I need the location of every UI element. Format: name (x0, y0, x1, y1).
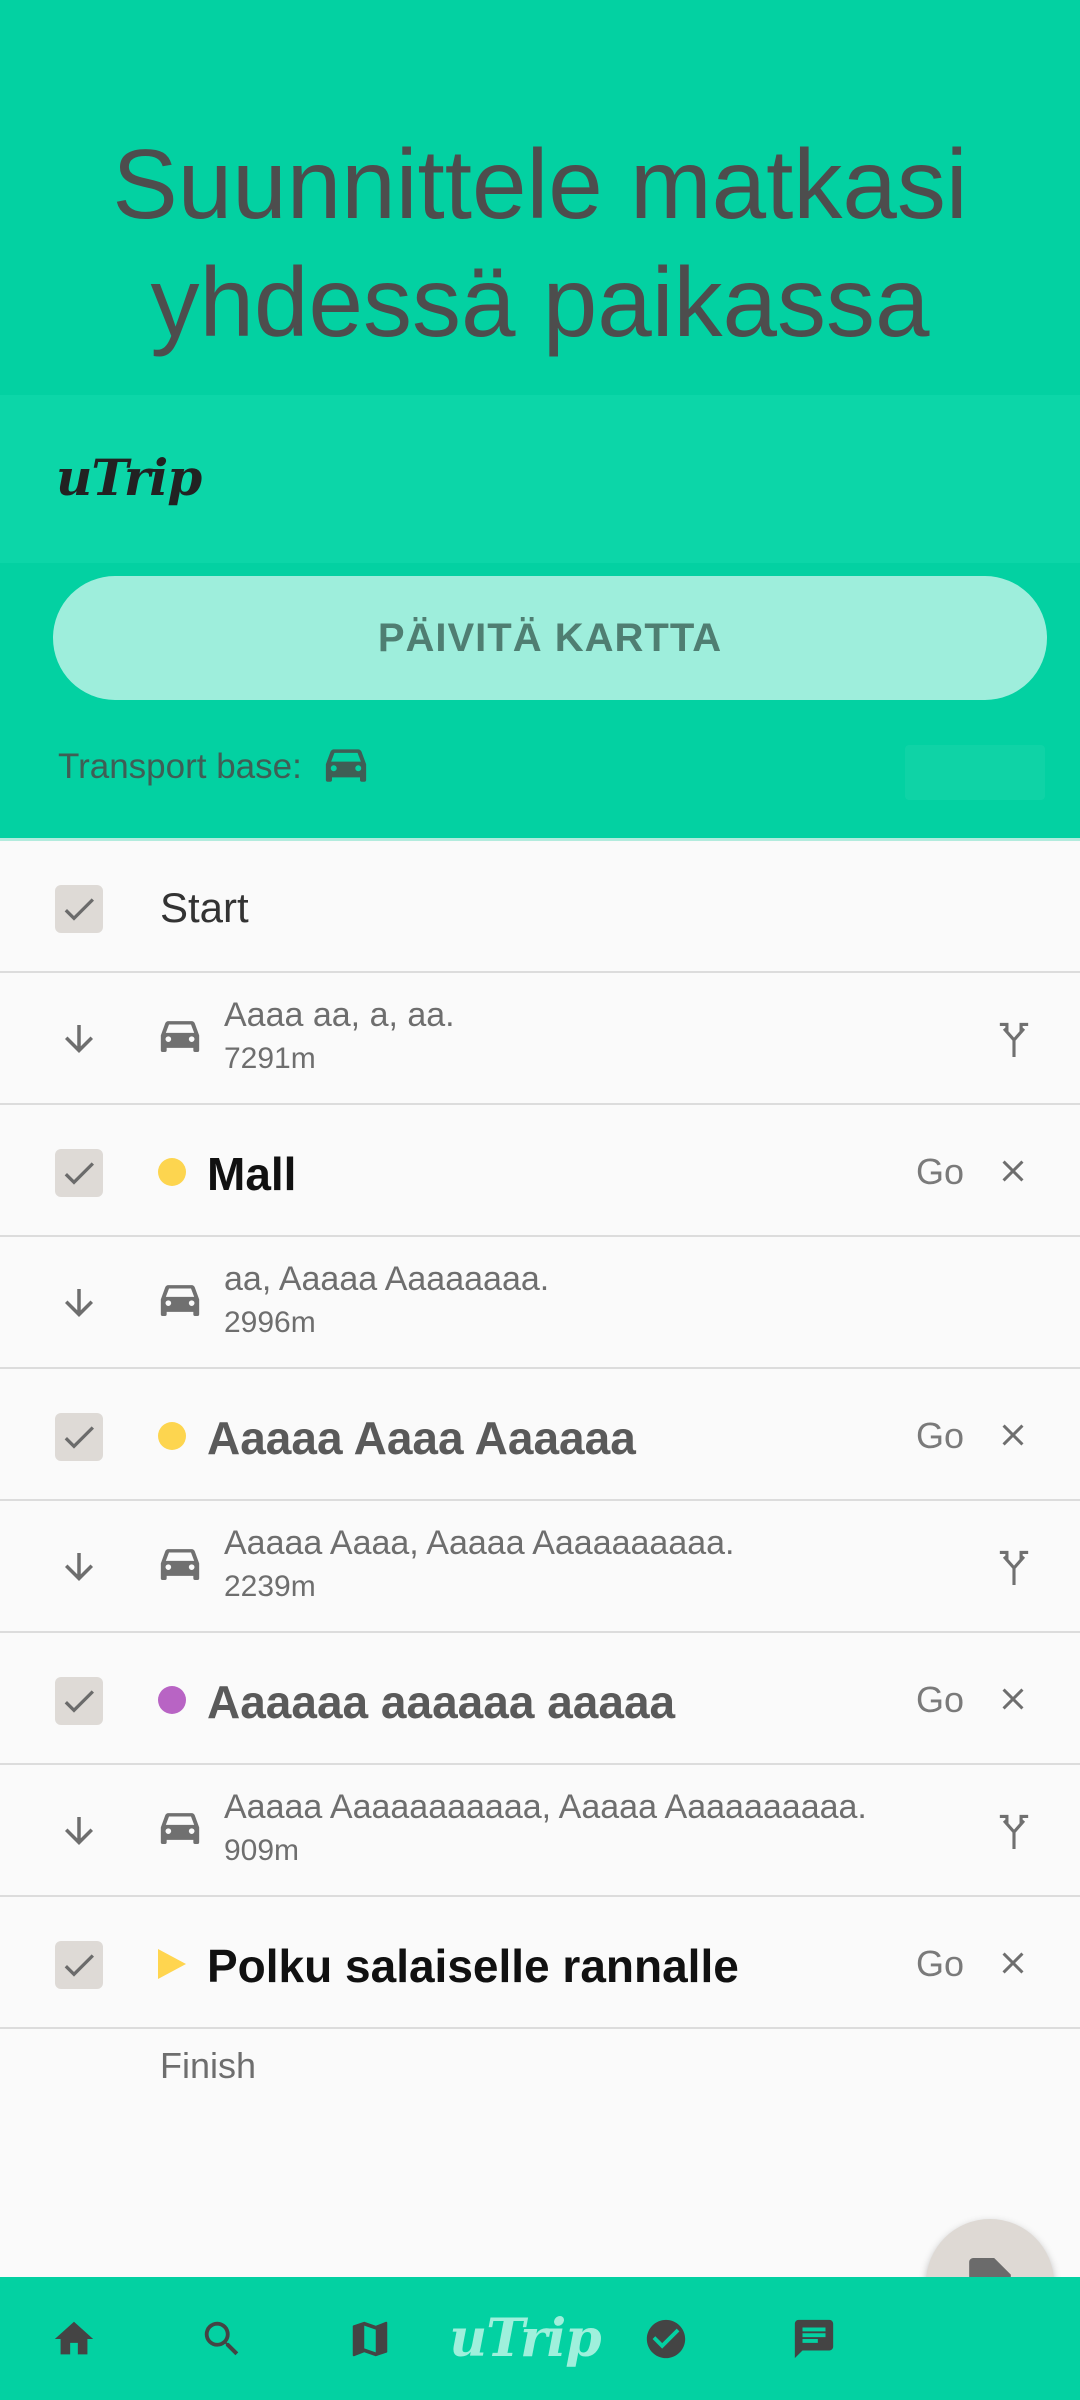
stop-checkbox[interactable] (55, 1941, 103, 1989)
search-icon (204, 2321, 239, 2355)
update-map-button[interactable]: PÄIVITÄ KARTTA (53, 576, 1047, 700)
car-icon[interactable] (325, 748, 367, 784)
stop-name: Mall (207, 1148, 297, 1200)
nav-map[interactable] (332, 2277, 408, 2400)
stop-row-mall[interactable]: Mall Go (0, 1105, 1080, 1237)
hero-title: Suunnittele matkasi yhdessä paikassa (0, 125, 1080, 361)
segment-distance: 909m (224, 1834, 300, 1867)
check-icon (64, 1426, 94, 1449)
segment-distance: 7291m (224, 1042, 316, 1075)
nav-search[interactable] (184, 2277, 260, 2400)
check-icon (64, 1690, 94, 1713)
transport-base-label: Transport base: (58, 747, 302, 786)
stop-name: Aaaaaa aaaaaa aaaaa (207, 1676, 676, 1728)
finish-label: Finish (160, 2045, 257, 2086)
nav-checklist[interactable] (628, 2277, 704, 2400)
start-label: Start (160, 884, 249, 931)
stop-marker-dot (158, 1686, 186, 1714)
stop-row[interactable]: Aaaaaa aaaaaa aaaaa Go (0, 1633, 1080, 1765)
close-icon[interactable] (995, 1945, 1031, 1981)
fork-icon[interactable] (997, 1549, 1031, 1587)
route-segment: aa, Aaaaa Aaaaaaaa. 2996m (0, 1237, 1080, 1369)
go-button[interactable]: Go (916, 1943, 964, 1985)
car-icon (160, 1285, 200, 1316)
start-row: Start (0, 841, 1080, 973)
stop-checkbox[interactable] (55, 1413, 103, 1461)
stop-row-beach[interactable]: Polku salaiselle rannalle Go (0, 1897, 1080, 2029)
segment-distance: 2239m (224, 1570, 316, 1603)
bottom-navigation: uTrip (0, 2277, 1080, 2400)
hero-banner: Suunnittele matkasi yhdessä paikassa (0, 0, 1080, 395)
stop-marker-dot (158, 1158, 186, 1186)
go-button[interactable]: Go (916, 1151, 964, 1193)
segment-route-text: Aaaaa Aaaaaaaaaaa, Aaaaa Aaaaaaaaaa. (224, 1788, 867, 1826)
car-icon (160, 1549, 200, 1580)
map-icon (352, 2321, 388, 2356)
check-circle-icon (646, 2319, 686, 2358)
stop-checkbox[interactable] (55, 1149, 103, 1197)
car-icon (160, 1021, 200, 1052)
nav-home[interactable] (36, 2277, 112, 2400)
segment-distance: 2996m (224, 1306, 316, 1339)
app-logo: uTrip (56, 448, 202, 507)
stop-row[interactable]: Aaaaa Aaaa Aaaaaa Go (0, 1369, 1080, 1501)
go-button[interactable]: Go (916, 1415, 964, 1457)
close-icon[interactable] (995, 1417, 1031, 1453)
stop-name: Polku salaiselle rannalle (207, 1940, 739, 1992)
hero-title-line2: yhdessä paikassa (150, 247, 930, 357)
nav-utrip-logo[interactable]: uTrip (449, 2277, 601, 2400)
route-segment: Aaaa aa, a, aa. 7291m (0, 973, 1080, 1105)
check-icon (64, 1162, 94, 1185)
arrow-down-icon (65, 1025, 93, 1053)
route-segment: Aaaaa Aaaaaaaaaaa, Aaaaa Aaaaaaaaaa. 909… (0, 1765, 1080, 1897)
stop-checkbox[interactable] (55, 1677, 103, 1725)
segment-route-text: Aaaa aa, a, aa. (224, 996, 455, 1034)
close-icon[interactable] (995, 1153, 1031, 1189)
chat-icon (794, 2319, 834, 2358)
close-icon[interactable] (995, 1681, 1031, 1717)
check-icon (64, 1954, 94, 1977)
stop-marker-dot (158, 1422, 186, 1450)
play-triangle-icon (158, 1949, 186, 1979)
fork-icon[interactable] (997, 1021, 1031, 1059)
start-checkbox[interactable] (55, 885, 103, 933)
arrow-down-icon (65, 1817, 93, 1845)
arrow-down-icon (65, 1553, 93, 1581)
home-icon (54, 2321, 94, 2354)
car-icon (160, 1813, 200, 1844)
arrow-down-icon (65, 1289, 93, 1317)
route-segment: Aaaaa Aaaa, Aaaaa Aaaaaaaaaa. 2239m (0, 1501, 1080, 1633)
go-button[interactable]: Go (916, 1679, 964, 1721)
segment-route-text: aa, Aaaaa Aaaaaaaa. (224, 1260, 550, 1298)
fork-icon[interactable] (997, 1813, 1031, 1851)
segment-route-text: Aaaaa Aaaa, Aaaaa Aaaaaaaaaa. (224, 1524, 735, 1562)
transport-selector[interactable] (905, 745, 1045, 800)
stop-name: Aaaaa Aaaa Aaaaaa (207, 1412, 636, 1464)
hero-title-line1: Suunnittele matkasi (112, 129, 968, 239)
check-icon (64, 898, 94, 921)
nav-chat[interactable] (776, 2277, 852, 2400)
